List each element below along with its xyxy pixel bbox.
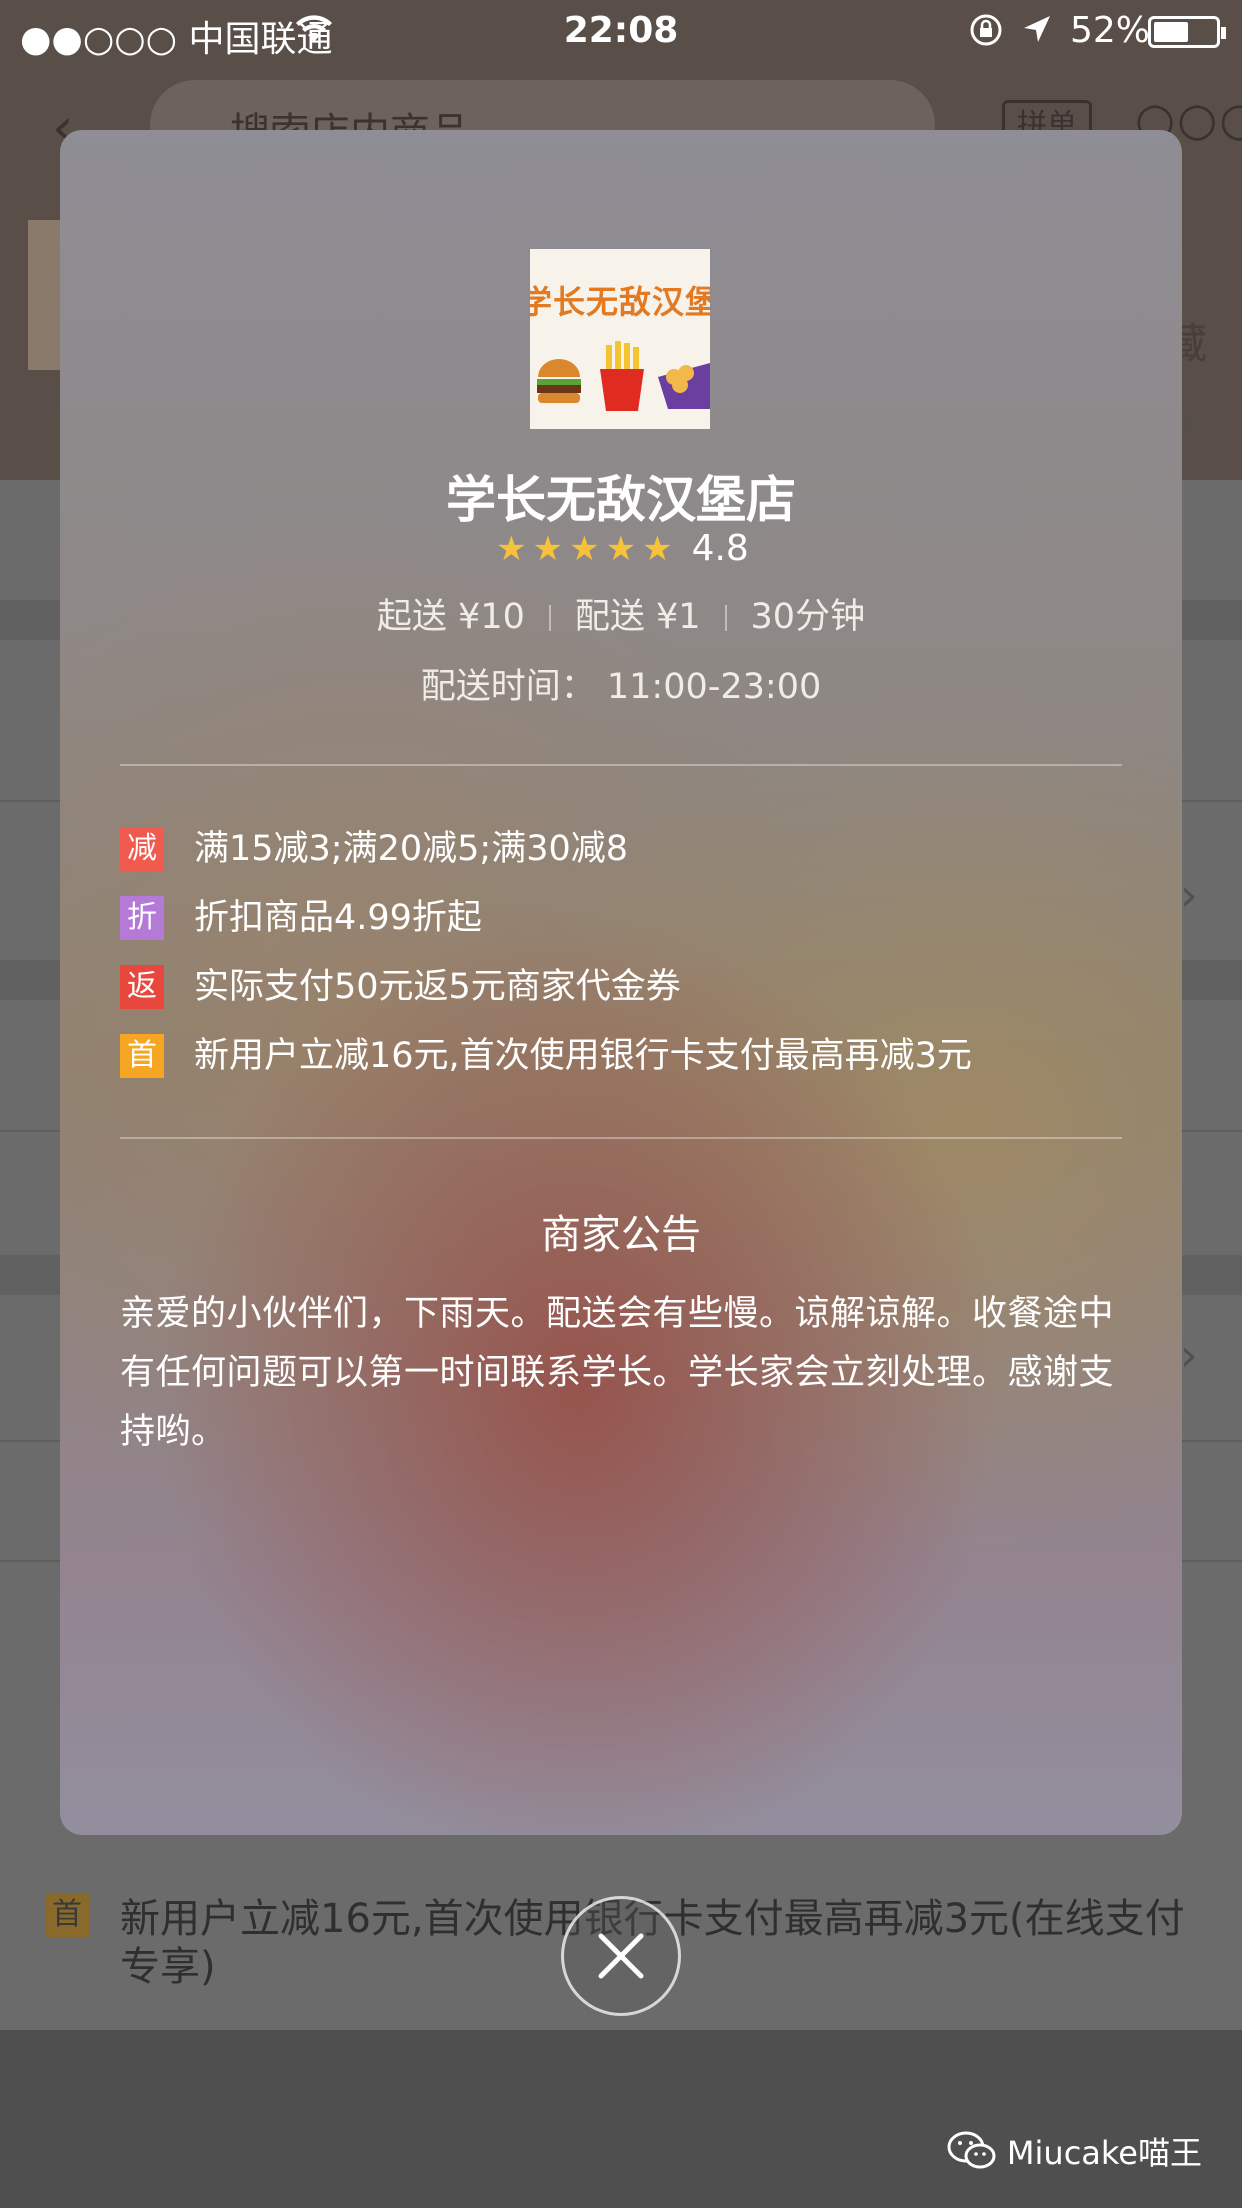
- separator: [548, 605, 551, 631]
- orientation-lock-icon: [968, 12, 1004, 57]
- min-order: 起送 ¥10: [376, 597, 525, 637]
- shop-logo-text: 学长无敌汉堡: [530, 283, 710, 321]
- chevron-right-icon: ›: [1180, 400, 1198, 451]
- battery-icon: [1148, 16, 1226, 48]
- clock: 22:08: [563, 10, 679, 51]
- divider: [120, 764, 1122, 766]
- battery-percent: 52%: [1070, 10, 1151, 51]
- background-promo-tag: 首: [45, 1893, 89, 1937]
- delivery-time: 30分钟: [750, 597, 866, 637]
- promo-text: 新用户立减16元,首次使用银行卡支付最高再减3元: [194, 1036, 972, 1076]
- star-icon: ★: [605, 529, 637, 569]
- promo-tag-new-user: 首: [120, 1034, 164, 1078]
- shop-name: 学长无敌汉堡店: [446, 471, 796, 529]
- promo-tag-sale: 折: [120, 896, 164, 940]
- chevron-right-icon: ›: [1180, 1330, 1198, 1381]
- divider: [120, 1137, 1122, 1139]
- star-icon: ★: [532, 529, 564, 569]
- promo-item: 折折扣商品4.99折起: [120, 894, 482, 942]
- promo-text: 折扣商品4.99折起: [194, 898, 482, 938]
- background-footer: [0, 2030, 1242, 2208]
- rating-value: 4.8: [691, 528, 749, 569]
- promo-item: 首新用户立减16元,首次使用银行卡支付最高再减3元: [120, 1032, 972, 1080]
- promo-text: 实际支付50元返5元商家代金券: [194, 967, 681, 1007]
- promo-tag-rebate: 返: [120, 965, 164, 1009]
- promo-tag-discount: 减: [120, 827, 164, 871]
- watermark: Miucake喵王: [947, 2128, 1202, 2174]
- close-button[interactable]: [561, 1896, 681, 2016]
- battery-level: [1154, 22, 1189, 42]
- promo-text: 满15减3;满20减5;满30减8: [194, 829, 628, 869]
- status-bar: ●●○○○ 中国联通 22:08 52%: [0, 0, 1242, 60]
- chevron-right-icon: ›: [1180, 870, 1198, 921]
- promo-item: 返实际支付50元返5元商家代金券: [120, 963, 681, 1011]
- notice-body: 亲爱的小伙伴们，下雨天。配送会有些慢。谅解谅解。收餐途中有任何问题可以第一时间联…: [120, 1294, 1115, 1452]
- watermark-text: Miucake喵王: [1006, 2134, 1202, 2172]
- promo-item: 减满15减3;满20减5;满30减8: [120, 825, 628, 873]
- fries-icon: [600, 341, 644, 411]
- star-icon: ★: [569, 529, 600, 569]
- nugget-icon: [658, 363, 710, 409]
- rating-row: ★ ★ ★ ★ ★ 4.8: [60, 528, 1182, 569]
- delivery-info-row: 起送 ¥10 配送 ¥1 30分钟: [60, 588, 1182, 639]
- separator: [724, 605, 727, 631]
- location-arrow-icon: [1020, 12, 1054, 55]
- shop-info-modal: 学长无敌汉堡 学长无敌汉堡店 ★ ★ ★ ★ ★ 4.8 起送 ¥10 配送 ¥1 30分钟 …: [60, 130, 1182, 1835]
- close-icon: [598, 1933, 644, 1979]
- delivery-hours: 配送时间： 11:00-23:00: [420, 667, 822, 707]
- star-icon: ★: [642, 529, 673, 569]
- shop-logo: 学长无敌汉堡: [530, 249, 710, 429]
- burger-icon: [537, 359, 581, 403]
- delivery-fee: 配送 ¥1: [574, 597, 701, 637]
- notice-title: 商家公告: [541, 1212, 701, 1258]
- star-icon: ★: [496, 529, 527, 569]
- wechat-icon: [947, 2131, 996, 2169]
